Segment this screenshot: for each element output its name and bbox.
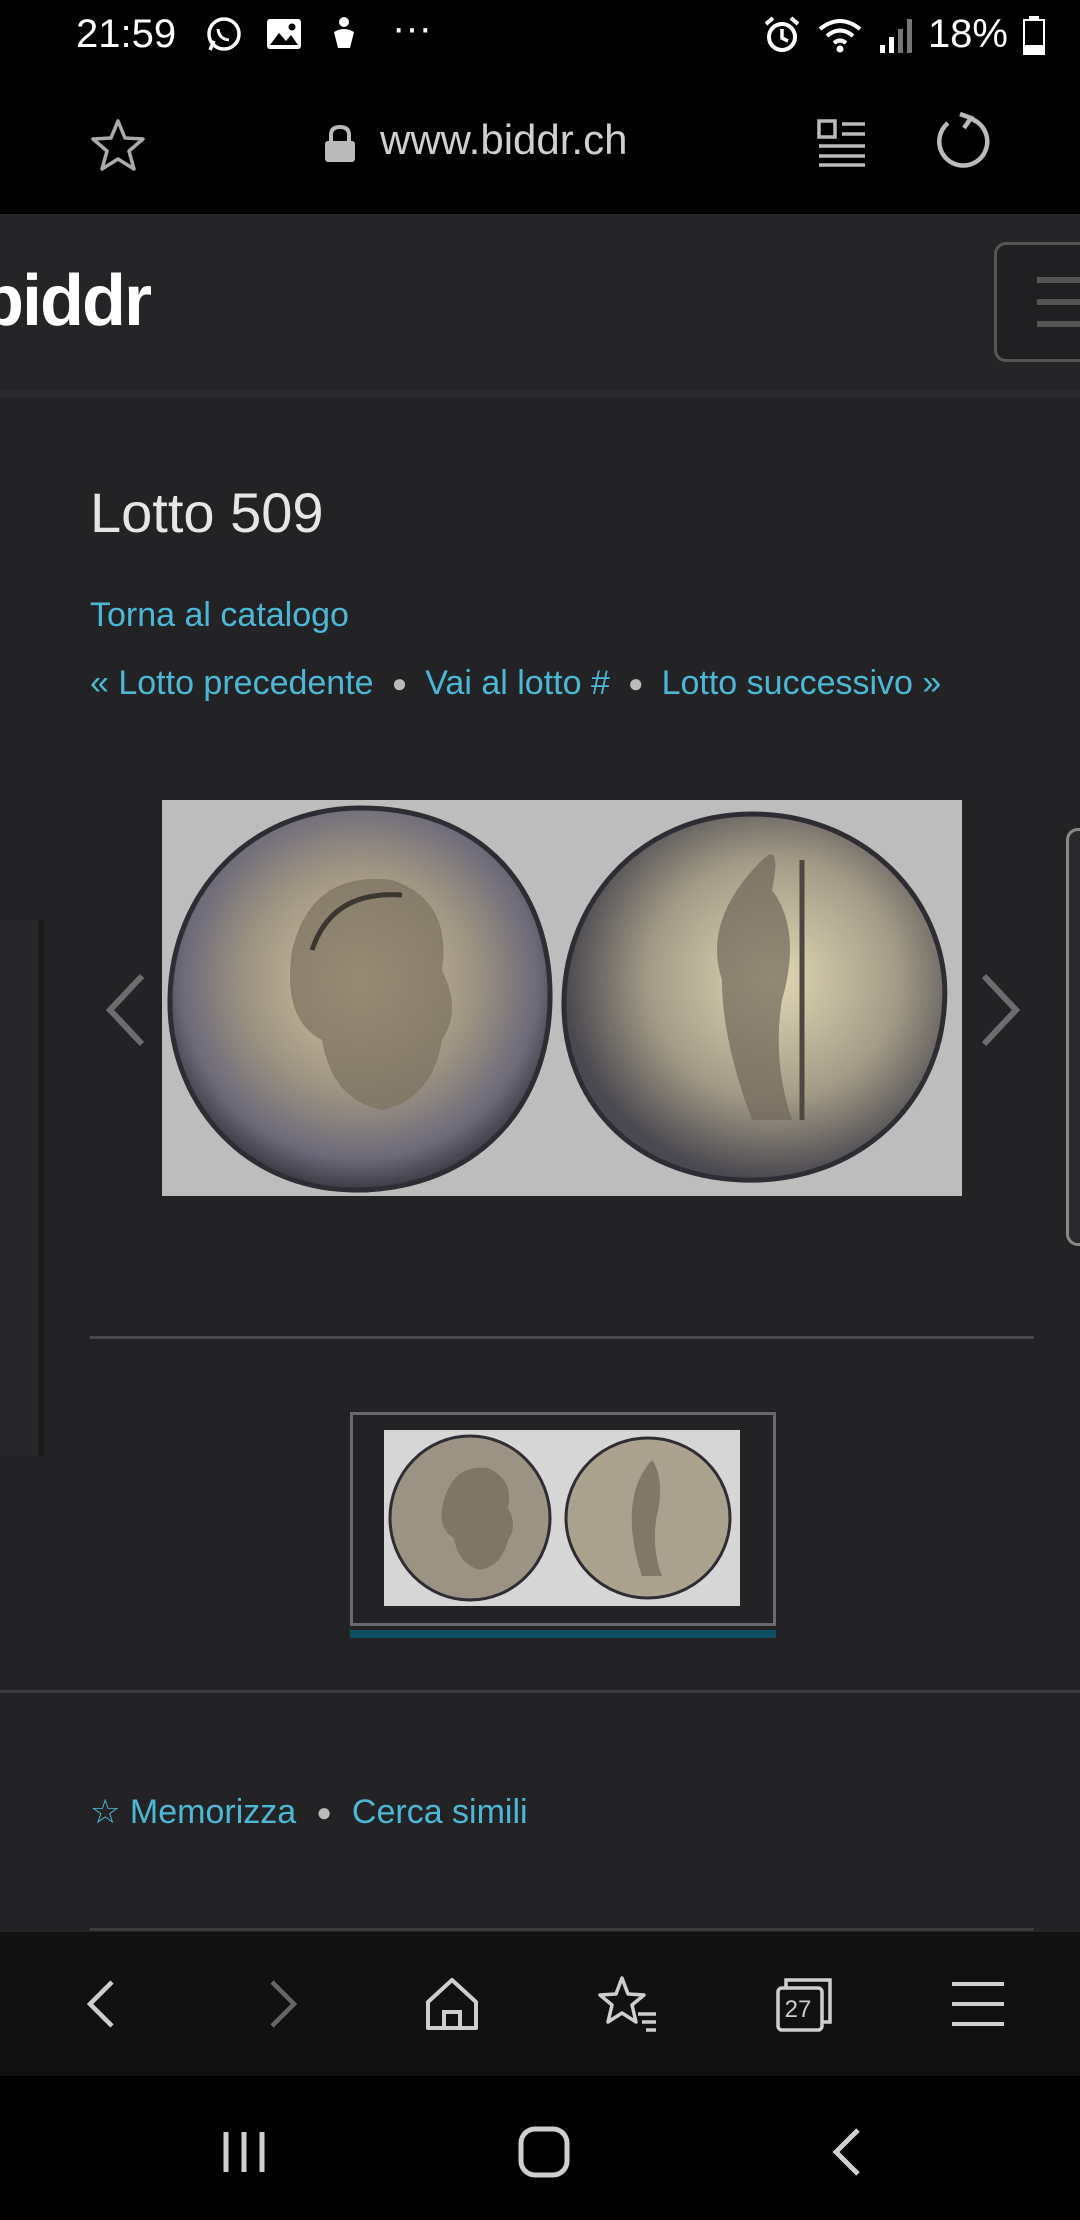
reader-mode-icon[interactable] [816, 116, 868, 168]
status-time: 21:59 [76, 12, 177, 56]
browser-url-bar: www.biddr.ch [0, 72, 1080, 216]
actions-divider [90, 1928, 1034, 1931]
menu-icon[interactable] [946, 1972, 1010, 2036]
back-to-catalog-link[interactable]: Torna al catalogo [90, 596, 349, 635]
reload-icon[interactable] [932, 110, 994, 172]
gallery-icon [267, 19, 301, 49]
search-similar-link[interactable]: Cerca simili [352, 1793, 528, 1832]
home-icon[interactable] [420, 1972, 484, 2036]
site-header: biddr [0, 214, 1080, 398]
image-divider [90, 1336, 1034, 1339]
save-lot-link[interactable]: ☆ Memorizza [90, 1792, 296, 1832]
status-bar: 21:59 ··· 18% [0, 0, 1080, 72]
forward-icon[interactable] [248, 1972, 312, 2036]
system-navigation-bar [0, 2076, 1080, 2220]
browser-toolbar: 27 [0, 1932, 1080, 2076]
lot-navigation: « Lotto precedente ● Vai al lotto # ● Lo… [90, 664, 942, 703]
thumbnail-active-indicator [350, 1630, 776, 1638]
section-divider [0, 1690, 1080, 1693]
bookmarks-icon[interactable] [596, 1972, 660, 2036]
site-logo[interactable]: biddr [0, 260, 152, 342]
lock-icon [325, 124, 355, 162]
alarm-icon [764, 15, 800, 52]
next-lot-link[interactable]: Lotto successivo » [662, 664, 942, 703]
back-icon[interactable] [72, 1972, 136, 2036]
status-more: ··· [392, 6, 432, 50]
prev-lot-link[interactable]: « Lotto precedente [90, 664, 374, 703]
prev-image-arrow[interactable] [100, 970, 150, 1050]
tabs-button[interactable]: 27 [772, 1972, 836, 2036]
accessibility-icon [334, 17, 354, 48]
coin-thumbnail[interactable] [384, 1430, 740, 1606]
coin-image[interactable] [162, 800, 962, 1196]
recent-apps-icon[interactable] [214, 2122, 274, 2182]
next-image-arrow[interactable] [976, 970, 1026, 1050]
lot-actions: ☆ Memorizza ● Cerca simili [90, 1792, 528, 1832]
coin-thumbnail-photo [384, 1430, 740, 1606]
wifi-icon [818, 18, 862, 52]
coin-photo [162, 800, 962, 1196]
tab-count: 27 [784, 1996, 812, 2023]
status-right: 18% [762, 12, 1046, 57]
battery-icon [1023, 15, 1045, 55]
system-back-icon[interactable] [818, 2122, 878, 2182]
page-title: Lotto 509 [90, 481, 324, 544]
signal-icon [879, 18, 912, 53]
whatsapp-icon [207, 17, 241, 51]
hamburger-icon [1037, 277, 1080, 283]
home-button-icon[interactable] [514, 2122, 574, 2182]
battery-percent: 18% [927, 12, 1008, 56]
menu-toggle-button[interactable] [994, 242, 1080, 362]
bookmark-star-icon[interactable] [88, 116, 148, 176]
url-text[interactable]: www.biddr.ch [380, 116, 627, 164]
goto-lot-link[interactable]: Vai al lotto # [425, 664, 610, 703]
edge-panel-handle[interactable] [1066, 828, 1080, 1246]
side-panel-edge [0, 920, 44, 1456]
